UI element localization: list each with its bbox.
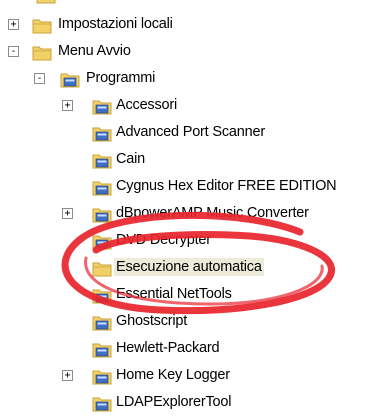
folder-tree: + Impostazioni locali - Menu Avvio - Programm… xyxy=(0,0,367,412)
tree-item[interactable]: DVD Decrypter xyxy=(0,228,367,254)
tree-item-label[interactable]: Hewlett-Packard xyxy=(114,339,221,357)
expand-toggle[interactable]: + xyxy=(62,208,73,219)
tree-item[interactable]: Advanced Port Scanner xyxy=(0,120,367,146)
program-folder-icon xyxy=(92,208,112,223)
tree-item[interactable]: Cain xyxy=(0,147,367,173)
tree-item-label[interactable]: Advanced Port Scanner xyxy=(114,123,267,141)
tree-item-label[interactable]: Menu Avvio xyxy=(56,42,133,60)
program-folder-icon xyxy=(92,370,112,385)
program-folder-icon xyxy=(92,100,112,115)
tree-item-label[interactable]: dBpowerAMP Music Converter xyxy=(114,204,311,222)
folder-icon xyxy=(36,0,56,4)
tree-item[interactable]: + Accessori xyxy=(0,93,367,119)
tree-item[interactable]: Essential NetTools xyxy=(0,282,367,308)
folder-icon xyxy=(32,46,52,61)
tree-item-label[interactable]: Essential NetTools xyxy=(114,285,234,303)
program-folder-icon xyxy=(92,181,112,196)
folder-icon xyxy=(32,19,52,34)
tree-item[interactable]: - Programmi xyxy=(0,66,367,92)
tree-item-label[interactable]: DVD Decrypter xyxy=(114,231,213,249)
tree-item-label[interactable]: Ghostscript xyxy=(114,312,189,330)
tree-item[interactable]: + Impostazioni locali xyxy=(0,12,367,38)
tree-item[interactable]: + Home Key Logger xyxy=(0,363,367,389)
tree-item-label[interactable]: Programmi xyxy=(84,69,157,87)
program-folder-icon xyxy=(92,127,112,142)
tree-item[interactable]: Ghostscript xyxy=(0,309,367,335)
program-folder-icon xyxy=(60,73,80,88)
program-folder-icon xyxy=(92,235,112,250)
tree-item-label[interactable]: Accessori xyxy=(114,96,179,114)
tree-item[interactable]: Hewlett-Packard xyxy=(0,336,367,362)
tree-item[interactable]: LDAPExplorerTool xyxy=(0,390,367,416)
tree-item-label[interactable]: LDAPExplorerTool xyxy=(114,393,233,411)
tree-item-label[interactable]: Home Key Logger xyxy=(114,366,232,384)
collapse-toggle[interactable]: - xyxy=(8,46,19,57)
tree-item-label[interactable]: Cygnus Hex Editor FREE EDITION xyxy=(114,177,338,195)
tree-item-label[interactable]: Impostazioni locali xyxy=(56,15,175,33)
expand-toggle[interactable]: + xyxy=(62,100,73,111)
tree-item-label[interactable]: Cain xyxy=(114,150,147,168)
tree-item[interactable]: Cygnus Hex Editor FREE EDITION xyxy=(0,174,367,200)
expand-toggle[interactable]: + xyxy=(62,370,73,381)
collapse-toggle[interactable]: - xyxy=(34,73,45,84)
tree-item[interactable]: Esecuzione automatica xyxy=(0,255,367,281)
program-folder-icon xyxy=(92,343,112,358)
folder-icon xyxy=(92,262,112,277)
program-folder-icon xyxy=(92,154,112,169)
tree-item[interactable]: + dBpowerAMP Music Converter xyxy=(0,201,367,227)
tree-item[interactable]: - Menu Avvio xyxy=(0,39,367,65)
program-folder-icon xyxy=(92,397,112,412)
program-folder-icon xyxy=(92,289,112,304)
tree-item-label[interactable]: Esecuzione automatica xyxy=(114,258,264,276)
program-folder-icon xyxy=(92,316,112,331)
expand-toggle[interactable]: + xyxy=(8,19,19,30)
